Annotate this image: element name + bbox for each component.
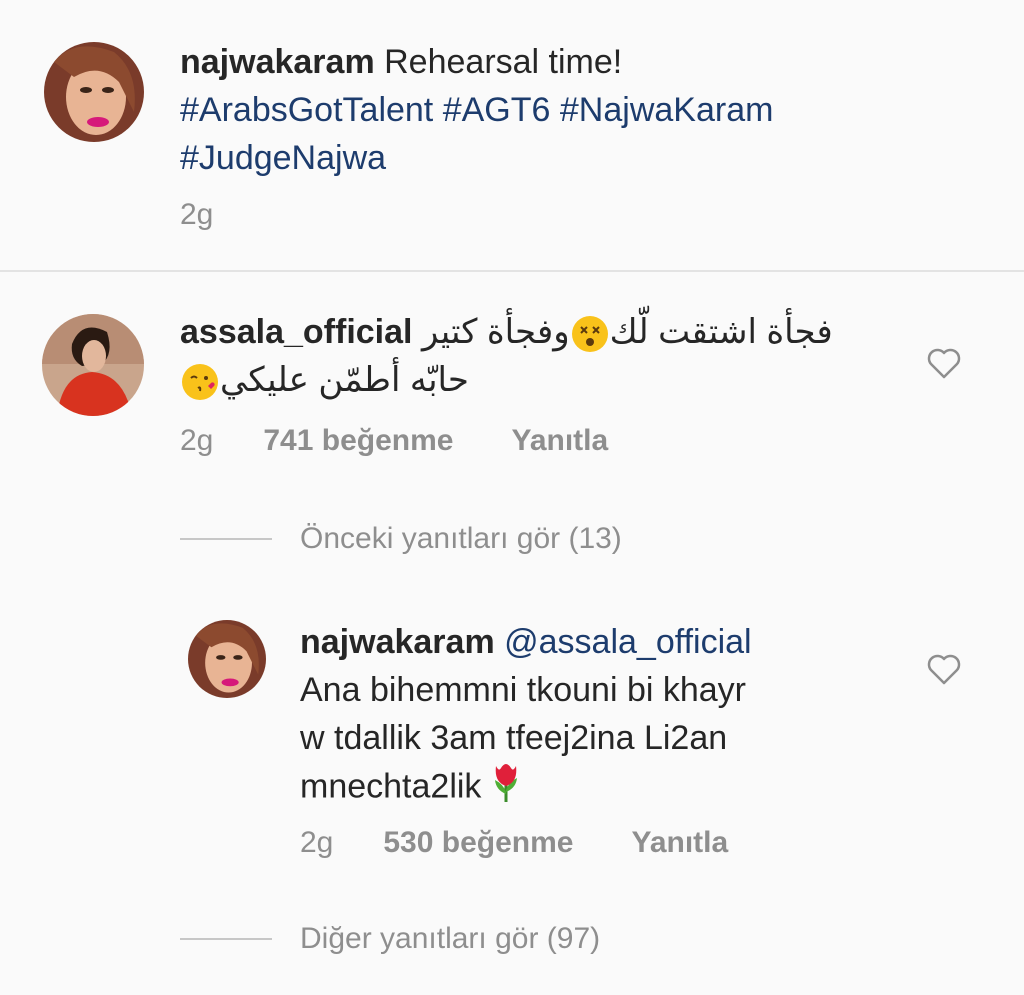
post-caption: najwakaram Rehearsal time! #ArabsGotTale… [0,0,1024,270]
reply-reply-button[interactable]: Yanıtla [631,826,728,860]
reply-username[interactable]: najwakaram [300,623,495,661]
replies-line [180,938,272,940]
hashtag-judgenajwa[interactable]: #JudgeNajwa [180,139,386,177]
post-time: 2g [180,198,214,231]
reply-like-heart-icon[interactable] [926,652,962,686]
reply-time: 2g [300,826,334,859]
view-more-replies[interactable]: Diğer yanıtları gör (97) [180,922,600,956]
comment-author-avatar[interactable] [42,314,144,416]
comment-text-line2: حابّه أطمّن عليكي [220,361,469,399]
tulip-emoji-icon [491,762,521,815]
dizzy-face-emoji-icon [571,316,608,353]
reply-text: najwakaram @assala_official Ana bihemmni… [300,618,900,815]
comment-time: 2g [180,424,214,457]
reply-likes[interactable]: 530 beğenme [383,826,573,860]
hashtag-arabsgottalent[interactable]: #ArabsGotTalent [180,91,433,129]
reply-line2: w tdallik 3am tfeej2ina Li2an [300,719,728,757]
comment-text-part1: فجأة اشتقت لّك [609,313,833,351]
reply-line1: Ana bihemmni tkouni bi khayr [300,671,747,709]
comment-reply-button[interactable]: Yanıtla [511,424,608,458]
reply-author-avatar[interactable] [188,620,266,698]
hashtag-agt6[interactable]: #AGT6 [443,91,551,129]
kissing-heart-emoji-icon [182,364,218,401]
view-previous-replies[interactable]: Önceki yanıtları gör (13) [180,522,622,556]
hashtag-najwakaram[interactable]: #NajwaKaram [560,91,774,129]
post-username[interactable]: najwakaram [180,43,375,81]
view-previous-replies-label: Önceki yanıtları gör (13) [300,522,622,555]
comment-like-heart-icon[interactable] [926,346,962,380]
reply-mention[interactable]: @assala_official [504,623,751,661]
comment-likes[interactable]: 741 beğenme [263,424,453,458]
divider [0,270,1024,272]
comment-text-part2: وفجأة كتير [421,313,570,351]
comment-text: assala_official فجأة اشتقت لّك وفجأة كتي… [180,308,900,404]
comment-username[interactable]: assala_official [180,313,412,351]
post-author-avatar[interactable] [44,42,144,142]
reply-line3: mnechta2lik [300,767,482,806]
post-caption-text: Rehearsal time! [384,43,623,81]
replies-line [180,538,272,540]
view-more-replies-label: Diğer yanıtları gör (97) [300,922,601,955]
